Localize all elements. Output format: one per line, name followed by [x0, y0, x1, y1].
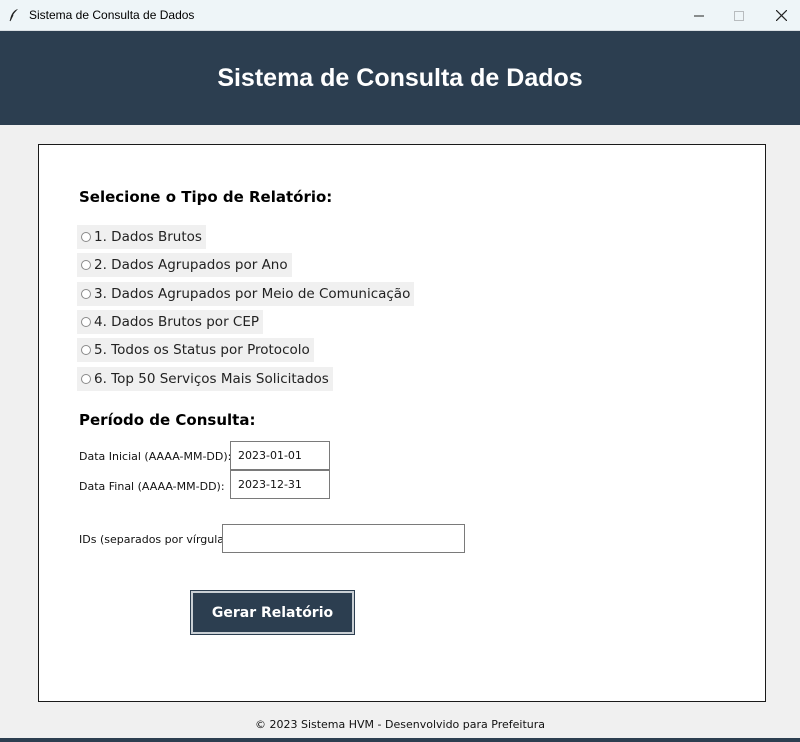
- radio-option-label: 5. Todos os Status por Protocolo: [94, 342, 310, 358]
- window-bottom-edge: [0, 738, 800, 742]
- report-type-heading: Selecione o Tipo de Relatório:: [79, 188, 333, 206]
- radio-option-label: 4. Dados Brutos por CEP: [94, 314, 260, 330]
- ids-input[interactable]: [222, 524, 465, 553]
- feather-icon: [9, 9, 18, 22]
- radio-icon[interactable]: [81, 289, 91, 299]
- app-header: Sistema de Consulta de Dados: [0, 31, 800, 125]
- end-date-label: Data Final (AAAA-MM-DD):: [79, 480, 225, 493]
- radio-icon[interactable]: [81, 374, 91, 384]
- close-button[interactable]: [758, 0, 800, 31]
- radio-icon[interactable]: [81, 260, 91, 270]
- window-title-bar[interactable]: Sistema de Consulta de Dados: [0, 0, 800, 31]
- radio-option-1[interactable]: 1. Dados Brutos: [77, 225, 206, 249]
- generate-report-button[interactable]: Gerar Relatório: [190, 590, 355, 635]
- radio-option-label: 2. Dados Agrupados por Ano: [94, 257, 288, 273]
- period-heading: Período de Consulta:: [79, 411, 256, 429]
- radio-icon[interactable]: [81, 345, 91, 355]
- radio-option-3[interactable]: 3. Dados Agrupados por Meio de Comunicaç…: [77, 282, 415, 306]
- close-icon: [775, 10, 787, 21]
- main-panel: Selecione o Tipo de Relatório: 1. Dados …: [38, 144, 766, 702]
- window-title: Sistema de Consulta de Dados: [29, 8, 195, 22]
- minimize-icon: [694, 15, 704, 16]
- radio-icon[interactable]: [81, 232, 91, 242]
- radio-option-label: 6. Top 50 Serviços Mais Solicitados: [94, 371, 329, 387]
- page-title: Sistema de Consulta de Dados: [217, 63, 583, 92]
- maximize-button[interactable]: [716, 0, 762, 31]
- radio-option-4[interactable]: 4. Dados Brutos por CEP: [77, 310, 264, 334]
- footer-text: © 2023 Sistema HVM - Desenvolvido para P…: [254, 718, 546, 731]
- radio-icon[interactable]: [81, 317, 91, 327]
- end-date-field[interactable]: [230, 470, 330, 499]
- radio-option-5[interactable]: 5. Todos os Status por Protocolo: [77, 338, 314, 362]
- radio-option-label: 1. Dados Brutos: [94, 229, 202, 245]
- maximize-icon: [734, 10, 744, 21]
- radio-option-6[interactable]: 6. Top 50 Serviços Mais Solicitados: [77, 367, 333, 391]
- start-date-field[interactable]: [230, 441, 330, 470]
- ids-label: IDs (separados por vírgula):: [79, 533, 233, 546]
- radio-option-label: 3. Dados Agrupados por Meio de Comunicaç…: [94, 286, 411, 302]
- start-date-label: Data Inicial (AAAA-MM-DD):: [79, 450, 232, 463]
- radio-option-2[interactable]: 2. Dados Agrupados por Ano: [77, 253, 292, 277]
